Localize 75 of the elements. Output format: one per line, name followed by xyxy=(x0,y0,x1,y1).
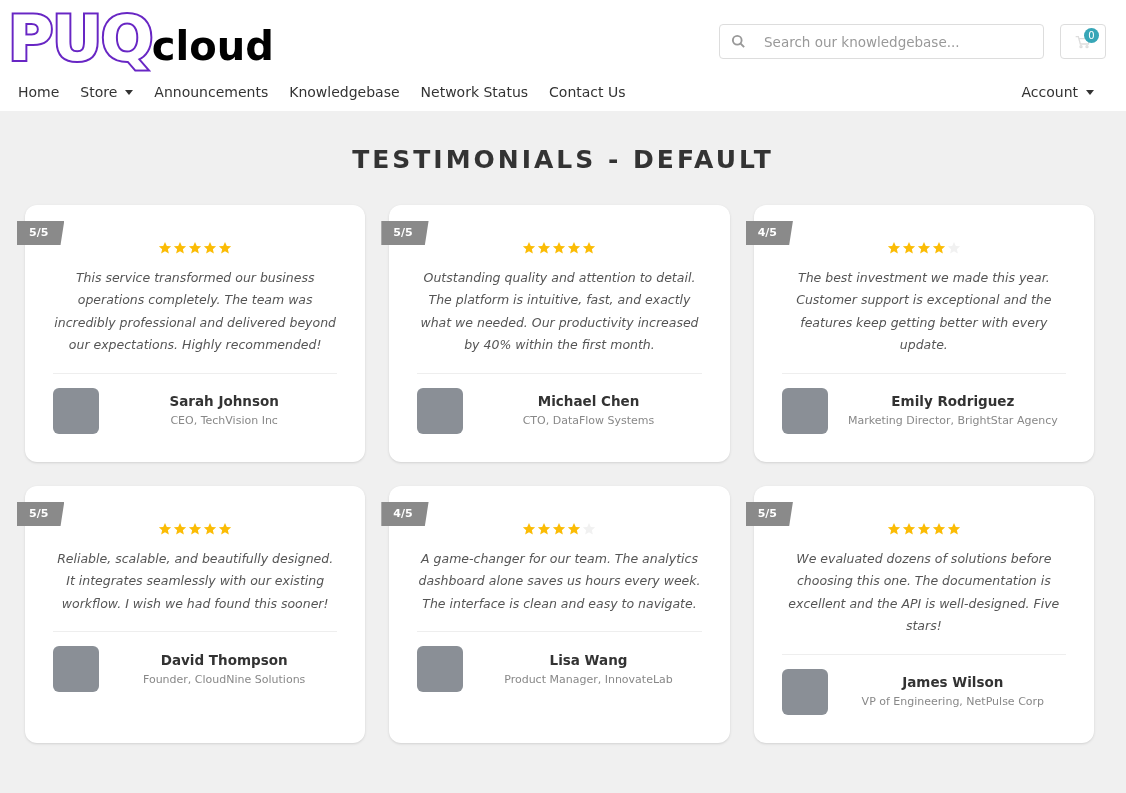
star-icon xyxy=(158,521,173,536)
logo[interactable]: PUQcloud xyxy=(8,8,274,70)
testimonial-quote: Outstanding quality and attention to detail. The platform is intuitive, fast, and exactly what we needed. Our productivity increased by 40% within the first month. xyxy=(419,268,700,354)
person-role: CEO, TechVision Inc xyxy=(170,413,278,430)
person-name: Michael Chen xyxy=(537,392,640,412)
cart-icon xyxy=(1075,34,1091,49)
person-name: David Thompson xyxy=(160,650,288,670)
star-icon xyxy=(946,521,961,536)
star-icon xyxy=(173,521,188,536)
star-icon xyxy=(173,240,188,255)
caret-icon xyxy=(125,90,134,95)
page-title: TESTIMONIALS - DEFAULT xyxy=(351,144,775,176)
nav-link[interactable]: Home xyxy=(18,82,60,103)
testimonial-quote: This service transformed our business operations completely. The team was incredibly professional and delivered beyond our expectations. Highly recommended! xyxy=(53,268,337,354)
rating-label: 4/5 xyxy=(381,501,429,526)
star-icon xyxy=(537,240,552,255)
person-name: James Wilson xyxy=(902,673,1004,693)
testimonial-quote: A game-changer for our team. The analytics dashboard alone saves us hours every week. The interface is clean and easy to navigate. xyxy=(417,549,702,613)
photo-placeholder xyxy=(53,387,99,434)
rating-label: 4/5 xyxy=(745,220,793,245)
star-icon xyxy=(916,240,931,255)
star-icon xyxy=(582,240,597,255)
star-icon xyxy=(931,240,946,255)
star-icon xyxy=(886,240,901,255)
star-icon xyxy=(218,521,233,536)
testimonial-quote: The best investment we made this year. Customer support is exceptional and the features keep getting better with every update. xyxy=(795,268,1053,354)
testimonial-quote: Reliable, scalable, and beautifully designed. It integrates seamlessly with our existing workflow. I wish we had found this sooner! xyxy=(56,549,335,613)
nav-link[interactable]: Announcements xyxy=(154,82,269,103)
star-icon xyxy=(552,240,567,255)
photo-placeholder xyxy=(781,387,828,434)
star-icon xyxy=(886,521,901,536)
person-name: Lisa Wang xyxy=(549,650,628,670)
star-icon xyxy=(522,240,537,255)
person-role: Product Manager, InnovateLab xyxy=(504,671,673,688)
person-role: Founder, CloudNine Solutions xyxy=(143,671,306,688)
star-icon xyxy=(931,521,946,536)
nav-link[interactable]: Knowledgebase xyxy=(289,82,400,103)
person-role: CTO, DataFlow Systems xyxy=(522,413,655,430)
person-role: VP of Engineering, NetPulse Corp xyxy=(861,694,1045,711)
rating-label: 5/5 xyxy=(17,220,65,245)
cart-count: 0 xyxy=(1084,28,1099,43)
nav-link[interactable]: Contact Us xyxy=(549,82,626,103)
logo-mark: PUQ xyxy=(8,8,152,70)
star-icon xyxy=(218,240,233,255)
nav-link[interactable]: Network Status xyxy=(420,82,529,103)
rating-label: 5/5 xyxy=(745,501,793,526)
star-icon xyxy=(203,240,218,255)
photo-placeholder xyxy=(53,646,99,692)
star-icon xyxy=(567,521,582,536)
person-name: Sarah Johnson xyxy=(169,392,279,412)
account-menu[interactable]: Account xyxy=(1021,82,1094,103)
search-field[interactable]: Search our knowledgebase... xyxy=(719,24,1044,59)
star-icon xyxy=(537,521,552,536)
star-icon xyxy=(552,521,567,536)
person-role: Marketing Director, BrightStar Agency xyxy=(847,413,1058,430)
star-icon xyxy=(567,240,582,255)
star-icon xyxy=(901,521,916,536)
star-icon xyxy=(916,521,931,536)
star-icon xyxy=(158,240,173,255)
testimonial-quote: We evaluated dozens of solutions before choosing this one. The documentation is excellent and the API is well-designed. Five stars! xyxy=(787,549,1061,635)
star-icon xyxy=(946,240,961,255)
star-icon xyxy=(188,521,203,536)
star-icon xyxy=(203,521,218,536)
photo-placeholder xyxy=(781,668,828,715)
rating-label: 5/5 xyxy=(381,220,429,245)
rating-label: 5/5 xyxy=(17,501,65,526)
person-name: Emily Rodriguez xyxy=(891,392,1015,412)
photo-placeholder xyxy=(417,387,464,434)
caret-icon xyxy=(1086,90,1094,95)
star-icon xyxy=(522,521,537,536)
search-icon xyxy=(731,34,746,49)
star-icon xyxy=(901,240,916,255)
photo-placeholder xyxy=(417,646,464,692)
nav-link[interactable]: Store xyxy=(80,82,134,103)
star-icon xyxy=(188,240,203,255)
